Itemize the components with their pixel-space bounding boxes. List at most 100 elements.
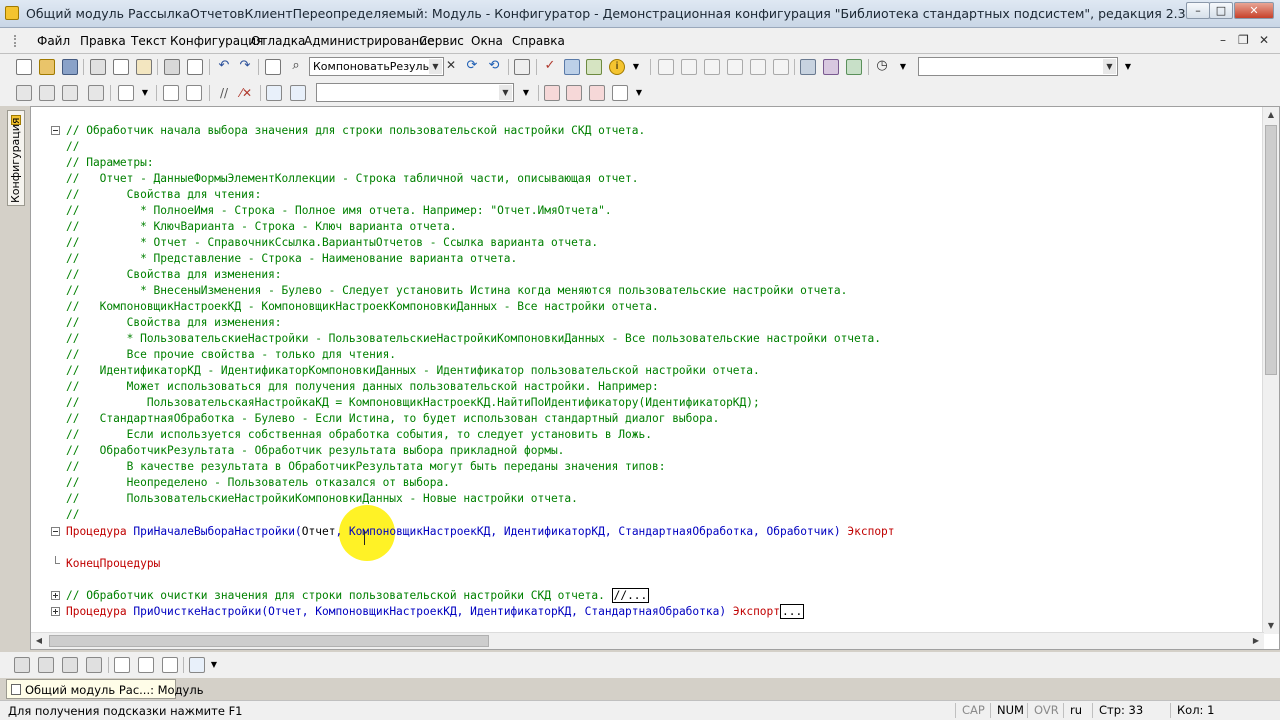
add-icon[interactable] [189,657,205,673]
indent-icon[interactable] [163,85,179,101]
procedure-list-icon[interactable] [290,85,306,101]
page-icon[interactable] [118,85,134,101]
expand-toggle-icon[interactable] [51,591,60,600]
flag-icon[interactable] [14,657,30,673]
collapsed-block-marker[interactable]: ... [780,604,805,619]
menu-debug[interactable]: Отладка [251,34,305,48]
expand-toggle-icon[interactable] [51,607,60,616]
clear-bookmarks-icon[interactable] [612,85,628,101]
next-bookmark-icon[interactable] [566,85,582,101]
chevron-down-icon[interactable]: ▼ [518,85,534,101]
debug-run-to-cursor-icon[interactable] [727,59,743,75]
debug-evaluate-icon[interactable] [750,59,766,75]
windows-icon[interactable] [514,59,530,75]
code-area[interactable]: // Обработчик начала выбора значения для… [31,107,1264,634]
vertical-scroll-thumb[interactable] [1265,125,1277,375]
debug-step-out-icon[interactable] [704,59,720,75]
list-indent-icon[interactable] [138,657,154,673]
menu-administration[interactable]: Администрирование [304,34,434,48]
maximize-button[interactable]: □ [1209,2,1233,19]
next-flag-icon[interactable] [38,657,54,673]
collapsed-block-marker[interactable]: //... [611,588,650,603]
find-next-icon[interactable]: ⟳ [464,59,480,75]
prev-flag-icon[interactable] [62,657,78,673]
right-combo[interactable]: ▼ [918,57,1118,76]
chevron-down-icon[interactable]: ▼ [206,657,222,673]
chevron-down-icon[interactable]: ▼ [499,85,512,100]
prev-bookmark-icon[interactable] [589,85,605,101]
menu-configuration[interactable]: Конфигурация [170,34,263,48]
mdi-minimize-button[interactable]: – [1220,33,1226,47]
format-block-icon[interactable] [62,85,78,101]
database-icon[interactable] [800,59,816,75]
chevron-down-icon[interactable]: ▼ [1120,59,1136,75]
scroll-up-icon[interactable]: ▲ [1263,107,1279,123]
uncomment-icon[interactable]: ⁄✕ [238,85,254,101]
chevron-down-icon[interactable]: ▼ [429,59,442,74]
close-button[interactable]: ✕ [1234,2,1274,19]
list-icon[interactable] [114,657,130,673]
module-combo[interactable]: ▼ [316,83,514,102]
go-to-definition-icon[interactable] [266,85,282,101]
code-editor[interactable]: // Обработчик начала выбора значения для… [30,106,1280,650]
mdi-restore-button[interactable]: ❐ [1238,33,1249,47]
menu-file[interactable]: Файл [37,34,70,48]
mdi-close-button[interactable]: ✕ [1259,33,1269,47]
scroll-down-icon[interactable]: ▼ [1263,618,1279,634]
module-structure-icon[interactable] [586,59,602,75]
outdent-icon[interactable] [186,85,202,101]
search-clear-button[interactable]: ✕ [444,58,458,74]
vertical-scrollbar[interactable]: ▲ ▼ [1262,107,1279,634]
scroll-right-icon[interactable]: ▶ [1248,633,1264,649]
debug-step-over-icon[interactable] [681,59,697,75]
block-icon[interactable] [16,85,32,101]
collapse-toggle-icon[interactable] [51,527,60,536]
debug-step-into-icon[interactable] [658,59,674,75]
new-document-icon[interactable] [16,59,32,75]
comment-icon[interactable]: // [216,85,232,101]
menu-help[interactable]: Справка [512,34,565,48]
menu-text[interactable]: Текст [131,34,167,48]
table-icon[interactable] [88,85,104,101]
menu-edit[interactable]: Правка [80,34,126,48]
print-icon[interactable] [164,59,180,75]
horizontal-scrollbar[interactable]: ◀ ▶ [31,632,1264,649]
clear-flags-icon[interactable] [86,657,102,673]
chevron-down-icon[interactable]: ▼ [1103,59,1116,74]
clock-icon[interactable]: ◷ [874,59,890,75]
syntax-check-icon[interactable]: ✓ [542,59,558,75]
open-folder-icon[interactable] [39,59,55,75]
horizontal-scroll-thumb[interactable] [49,635,489,647]
procedures-list-icon[interactable] [564,59,580,75]
copy-icon[interactable] [113,59,129,75]
collapse-toggle-icon[interactable] [51,126,60,135]
search-icon[interactable]: ⌕ [288,59,304,75]
list-outdent-icon[interactable] [162,657,178,673]
module-window-tab[interactable]: Общий модуль Рас...: Модуль [6,679,203,699]
scroll-left-icon[interactable]: ◀ [31,633,47,649]
menu-windows[interactable]: Окна [471,34,503,48]
paste-icon[interactable] [136,59,152,75]
find-previous-icon[interactable]: ⟲ [486,59,502,75]
chevron-down-icon[interactable]: ▼ [631,85,647,101]
update-config-icon[interactable] [823,59,839,75]
cut-icon[interactable] [90,59,106,75]
search-combo[interactable]: КомпоноватьРезульт ▼ [309,57,444,76]
chevron-down-icon[interactable]: ▼ [628,59,644,75]
minimize-button[interactable]: – [1186,2,1210,19]
find-in-document-icon[interactable] [265,59,281,75]
print-preview-icon[interactable] [187,59,203,75]
bookmark-icon[interactable] [544,85,560,101]
redo-icon[interactable]: ↷ [237,59,253,75]
compare-config-icon[interactable] [846,59,862,75]
configuration-tab[interactable]: Конфигурация [7,110,25,206]
status-language[interactable]: ru [1063,703,1082,718]
text-block-icon[interactable] [39,85,55,101]
menu-service[interactable]: Сервис [419,34,464,48]
debug-breakpoint-icon[interactable] [773,59,789,75]
chevron-down-icon[interactable]: ▼ [895,59,911,75]
info-icon[interactable]: i [609,59,625,75]
save-icon[interactable] [62,59,78,75]
undo-icon[interactable]: ↶ [216,59,232,75]
chevron-down-icon[interactable]: ▼ [137,85,153,101]
